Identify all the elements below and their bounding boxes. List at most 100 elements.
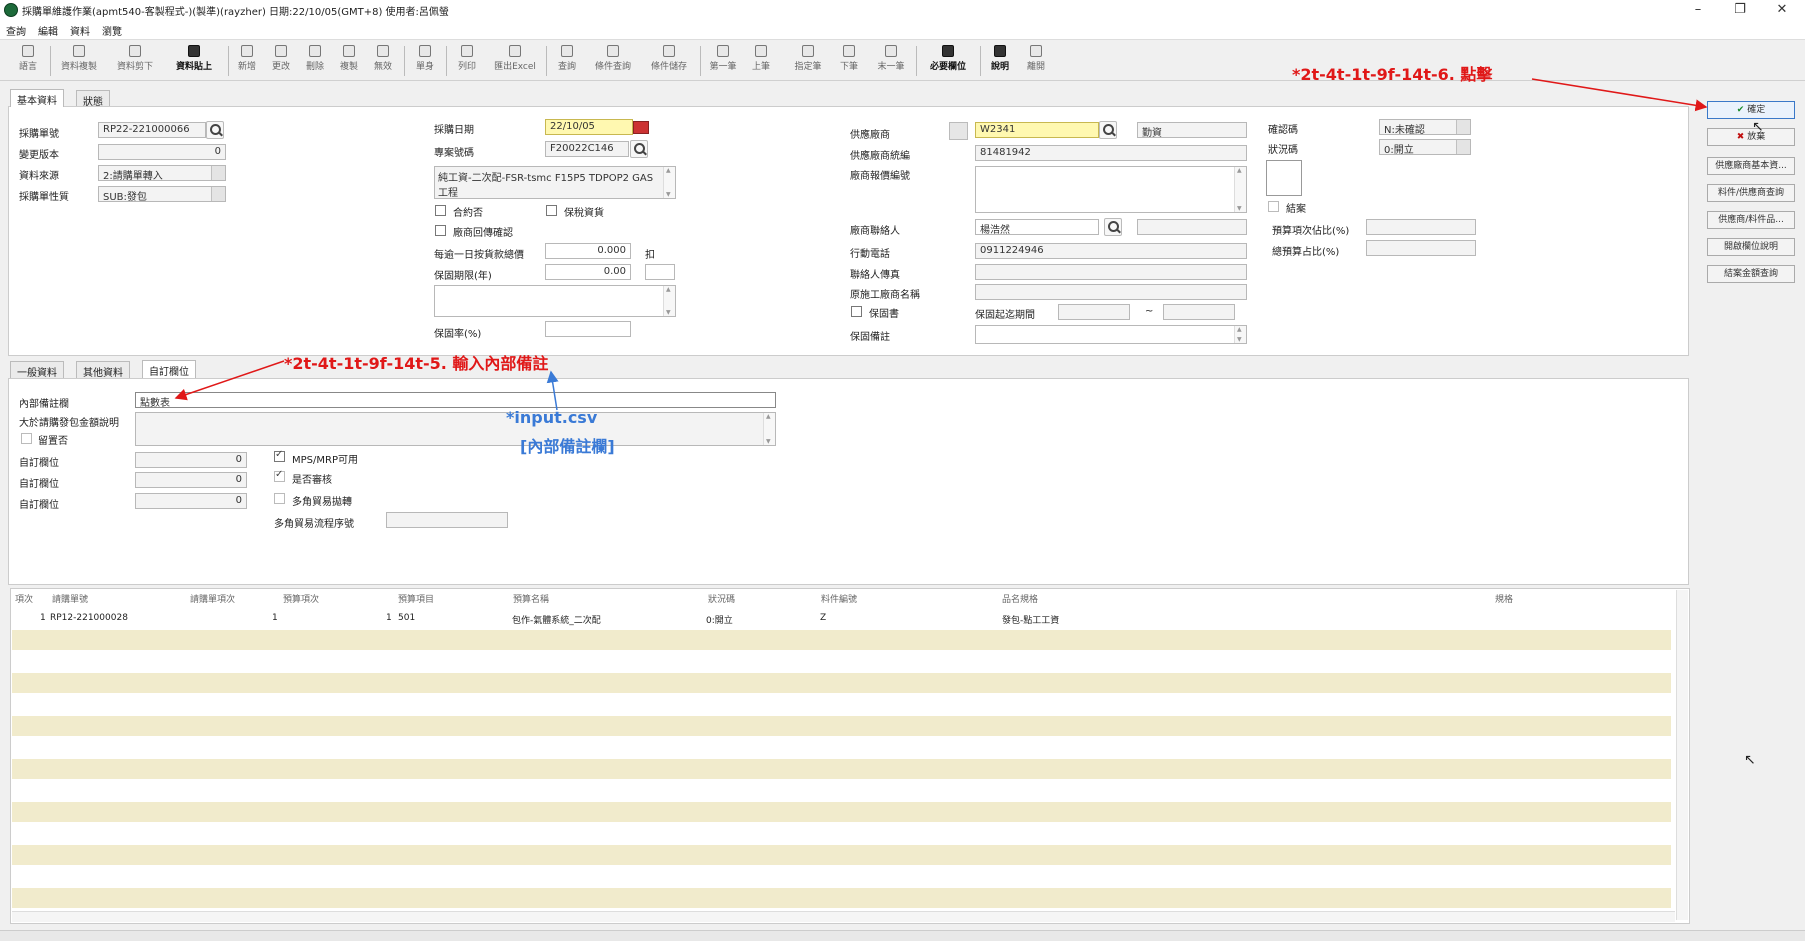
nature-select[interactable]: SUB:發包 xyxy=(98,186,226,202)
tb-language-button[interactable]: 語言 xyxy=(12,43,44,79)
cancel-button[interactable]: ✖ 放棄 xyxy=(1707,128,1795,146)
col-budget-item[interactable]: 預算項目 xyxy=(398,592,434,605)
menu-data[interactable]: 資料 xyxy=(70,23,90,38)
vendor-basic-info-button[interactable]: 供應廠商基本資... xyxy=(1707,157,1795,175)
col-part-no[interactable]: 料件編號 xyxy=(821,592,857,605)
contact-field[interactable]: 楊浩然 xyxy=(975,219,1099,235)
cell-item-no: 1 xyxy=(40,613,46,623)
project-search-icon[interactable] xyxy=(630,140,648,158)
warranty-pct-field[interactable] xyxy=(545,321,631,337)
col-item-no[interactable]: 項次 xyxy=(15,592,33,605)
tb-export-excel-button[interactable]: 匯出Excel xyxy=(488,43,542,79)
tb-first-record-button[interactable]: 第一筆 xyxy=(704,43,742,79)
vendor-field[interactable]: W2341 xyxy=(975,122,1099,138)
tb-required-fields-button[interactable]: 必要欄位 xyxy=(920,43,976,79)
tb-goto-record-button[interactable]: 指定筆 xyxy=(790,43,826,79)
col-requisition-item[interactable]: 請購單項次 xyxy=(190,592,235,605)
po-no-field[interactable]: RP22-221000066 xyxy=(98,122,206,138)
original-vendor-label: 原施工廠商名稱 xyxy=(850,290,920,301)
warranty-textarea[interactable] xyxy=(434,285,676,317)
grid-horizontal-scrollbar[interactable] xyxy=(12,911,1675,922)
internal-note-input[interactable]: 點數表 xyxy=(135,392,776,408)
close-window-button[interactable]: ✕ xyxy=(1759,0,1805,20)
tb-save-condition-button[interactable]: 條件儲存 xyxy=(644,43,694,79)
col-spec[interactable]: 規格 xyxy=(1495,592,1513,605)
status-code-select[interactable]: 0:開立 xyxy=(1379,139,1471,155)
tb-duplicate-button[interactable]: 複製 xyxy=(334,43,364,79)
warranty-years-field[interactable]: 0.00 xyxy=(545,264,631,280)
warranty-note-textarea[interactable] xyxy=(975,325,1247,344)
arrow-to-confirm xyxy=(1531,78,1708,112)
bonded-checkbox[interactable] xyxy=(546,205,557,216)
restore-button[interactable]: ❐ xyxy=(1717,0,1763,20)
triangle-trade-checkbox[interactable] xyxy=(274,493,285,504)
vendor-search-icon[interactable] xyxy=(1099,121,1117,139)
warranty-flag-checkbox[interactable] xyxy=(851,306,862,317)
window-title: 採購單維護作業(apmt540-客製程式-)(製準)(rayzher) 日期:2… xyxy=(22,7,449,18)
project-field[interactable]: F20022C146 xyxy=(545,141,629,157)
vendor-quote-textarea[interactable] xyxy=(975,166,1247,213)
vendor-lookup-icon[interactable] xyxy=(949,122,968,140)
tb-copy-data-button[interactable]: 資料複製 xyxy=(54,43,104,79)
warranty-period-label: 保固起迄期間 xyxy=(975,310,1035,321)
col-budget-item-no[interactable]: 預算項次 xyxy=(283,592,319,605)
tb-cut-data-button[interactable]: 資料剪下 xyxy=(110,43,160,79)
vendor-item-button[interactable]: 供應商/料件品... xyxy=(1707,211,1795,229)
tab-general-data[interactable]: 一般資料 xyxy=(10,361,64,379)
inspect-checkbox[interactable] xyxy=(274,469,285,482)
project-label: 專案號碼 xyxy=(434,148,474,159)
confirm-code-select[interactable]: N:未確認 xyxy=(1379,119,1471,135)
tb-exit-button[interactable]: 離開 xyxy=(1020,43,1052,79)
tb-help-button[interactable]: 說明 xyxy=(984,43,1016,79)
hold-checkbox[interactable] xyxy=(21,433,32,444)
field-help-button[interactable]: 開啟欄位說明 xyxy=(1707,238,1795,256)
col-requisition-no[interactable]: 請購單號 xyxy=(52,592,88,605)
tb-detail-button[interactable]: 單身 xyxy=(408,43,442,79)
cell-product-name: 發包-點工工資 xyxy=(1002,616,1060,626)
menu-browse[interactable]: 瀏覽 xyxy=(102,23,122,38)
menu-query[interactable]: 查詢 xyxy=(6,23,26,38)
source-select[interactable]: 2:請購單轉入 xyxy=(98,165,226,181)
contact-search-icon[interactable] xyxy=(1104,218,1122,236)
col-product-name[interactable]: 品名規格 xyxy=(1002,592,1038,605)
warranty-years-extra-field[interactable] xyxy=(645,264,675,280)
calendar-icon[interactable] xyxy=(633,121,649,134)
tb-print-button[interactable]: 列印 xyxy=(450,43,484,79)
custom-field-1[interactable]: 0 xyxy=(135,452,247,468)
version-field[interactable]: 0 xyxy=(98,144,226,160)
confirm-button[interactable]: ✔ 確定 xyxy=(1707,101,1795,119)
tb-delete-button[interactable]: 刪除 xyxy=(300,43,330,79)
minimize-button[interactable]: – xyxy=(1675,0,1721,20)
col-status-code[interactable]: 狀況碼 xyxy=(708,592,735,605)
tb-paste-data-button[interactable]: 資料貼上 xyxy=(166,43,222,79)
col-budget-name[interactable]: 預算名稱 xyxy=(513,592,549,605)
grid-vertical-scrollbar[interactable] xyxy=(1676,590,1688,920)
late-fee-field[interactable]: 0.000 xyxy=(545,243,631,259)
item-vendor-query-button[interactable]: 料件/供應商查詢 xyxy=(1707,184,1795,202)
tb-prev-record-button[interactable]: 上筆 xyxy=(746,43,776,79)
date-field[interactable]: 22/10/05 xyxy=(545,119,633,135)
vendor-confirm-checkbox[interactable] xyxy=(435,225,446,236)
warranty-start-field[interactable] xyxy=(1058,304,1130,320)
custom-field-3[interactable]: 0 xyxy=(135,493,247,509)
po-no-search-icon[interactable] xyxy=(206,121,224,139)
tab-basic-info[interactable]: 基本資料 xyxy=(10,89,64,107)
tb-modify-button[interactable]: 更改 xyxy=(266,43,296,79)
tab-status[interactable]: 狀態 xyxy=(76,90,110,108)
closing-amount-query-button[interactable]: 結案金額查詢 xyxy=(1707,265,1795,283)
triangle-flow-field[interactable] xyxy=(386,512,508,528)
custom-field-2[interactable]: 0 xyxy=(135,472,247,488)
tab-other-data[interactable]: 其他資料 xyxy=(76,361,130,379)
tb-add-button[interactable]: 新增 xyxy=(232,43,262,79)
contract-checkbox[interactable] xyxy=(435,205,446,216)
tb-next-record-button[interactable]: 下筆 xyxy=(834,43,864,79)
menu-edit[interactable]: 編輯 xyxy=(38,23,58,38)
warranty-end-field[interactable] xyxy=(1163,304,1235,320)
closed-checkbox[interactable] xyxy=(1268,201,1279,212)
tb-conditional-query-button[interactable]: 條件查詢 xyxy=(588,43,638,79)
tab-custom-fields[interactable]: 自訂欄位 xyxy=(142,360,196,378)
tb-invalid-button[interactable]: 無效 xyxy=(368,43,398,79)
tb-last-record-button[interactable]: 末一筆 xyxy=(872,43,910,79)
mps-mrp-checkbox[interactable] xyxy=(274,449,285,462)
tb-query-button[interactable]: 查詢 xyxy=(550,43,584,79)
